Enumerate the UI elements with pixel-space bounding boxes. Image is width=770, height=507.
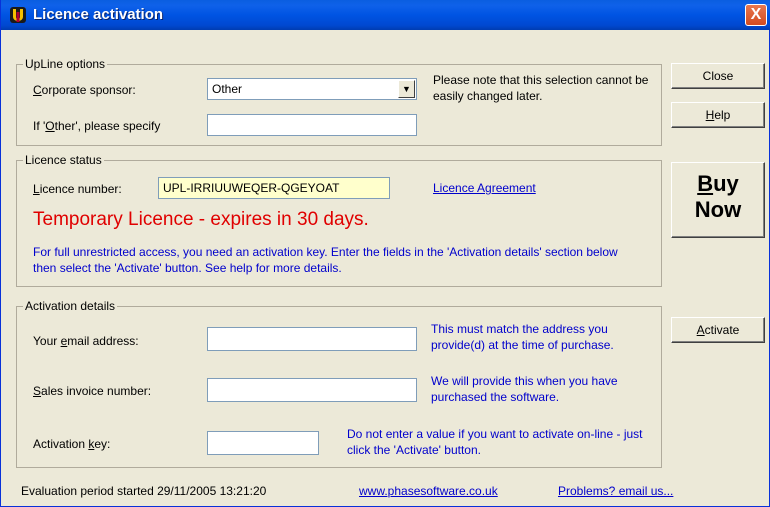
licence-info-text: For full unrestricted access, you need a… bbox=[33, 245, 618, 275]
activation-key-label: Activation key: bbox=[33, 437, 111, 451]
corporate-sponsor-select[interactable]: Other ▼ bbox=[207, 78, 417, 100]
help-button[interactable]: Help bbox=[671, 102, 765, 128]
upline-options-legend: UpLine options bbox=[23, 57, 108, 71]
corporate-sponsor-value: Other bbox=[212, 82, 243, 96]
licence-number-field[interactable]: UPL-IRRIUUWEQER-QGEYOAT bbox=[158, 177, 390, 199]
app-logo-icon bbox=[10, 7, 26, 23]
website-link[interactable]: www.phasesoftware.co.uk bbox=[359, 484, 498, 498]
evaluation-period-text: Evaluation period started 29/11/2005 13:… bbox=[21, 484, 267, 498]
activation-details-legend: Activation details bbox=[23, 299, 118, 313]
window-title: Licence activation bbox=[33, 6, 164, 23]
licence-agreement-link[interactable]: Licence Agreement bbox=[433, 181, 536, 195]
buy-now-line1: Buy bbox=[697, 171, 739, 196]
activate-button[interactable]: Activate bbox=[671, 317, 765, 343]
dropdown-arrow-icon[interactable]: ▼ bbox=[398, 80, 415, 98]
close-icon: X bbox=[750, 6, 762, 23]
activation-key-input[interactable] bbox=[207, 431, 319, 455]
specify-other-input[interactable] bbox=[207, 114, 417, 136]
sales-invoice-label: Sales invoice number: bbox=[33, 384, 152, 398]
licence-status-legend: Licence status bbox=[23, 153, 104, 167]
problems-email-link[interactable]: Problems? email us... bbox=[558, 484, 673, 498]
upline-note: Please note that this selection cannot b… bbox=[433, 73, 649, 103]
sales-invoice-input[interactable] bbox=[207, 378, 417, 402]
specify-other-label: If 'Other', please specify bbox=[33, 119, 161, 133]
email-label: Your email address: bbox=[33, 334, 139, 348]
corporate-sponsor-label: Corporate sponsor: bbox=[33, 83, 136, 97]
email-note: This must match the address you provide(… bbox=[431, 322, 614, 352]
window-close-button[interactable]: X bbox=[745, 4, 767, 26]
title-bar[interactable]: Licence activation X bbox=[1, 0, 770, 30]
licence-activation-window: Licence activation X UpLine options Corp… bbox=[0, 0, 770, 507]
licence-number-label: Licence number: bbox=[33, 182, 122, 196]
email-input[interactable] bbox=[207, 327, 417, 351]
temporary-licence-text: Temporary Licence - expires in 30 days. bbox=[33, 209, 369, 230]
buy-now-line2: Now bbox=[694, 197, 742, 222]
buy-now-button[interactable]: Buy Now bbox=[671, 162, 765, 238]
invoice-note: We will provide this when you have purch… bbox=[431, 374, 618, 404]
activation-key-note: Do not enter a value if you want to acti… bbox=[347, 427, 643, 457]
close-button[interactable]: Close bbox=[671, 63, 765, 89]
